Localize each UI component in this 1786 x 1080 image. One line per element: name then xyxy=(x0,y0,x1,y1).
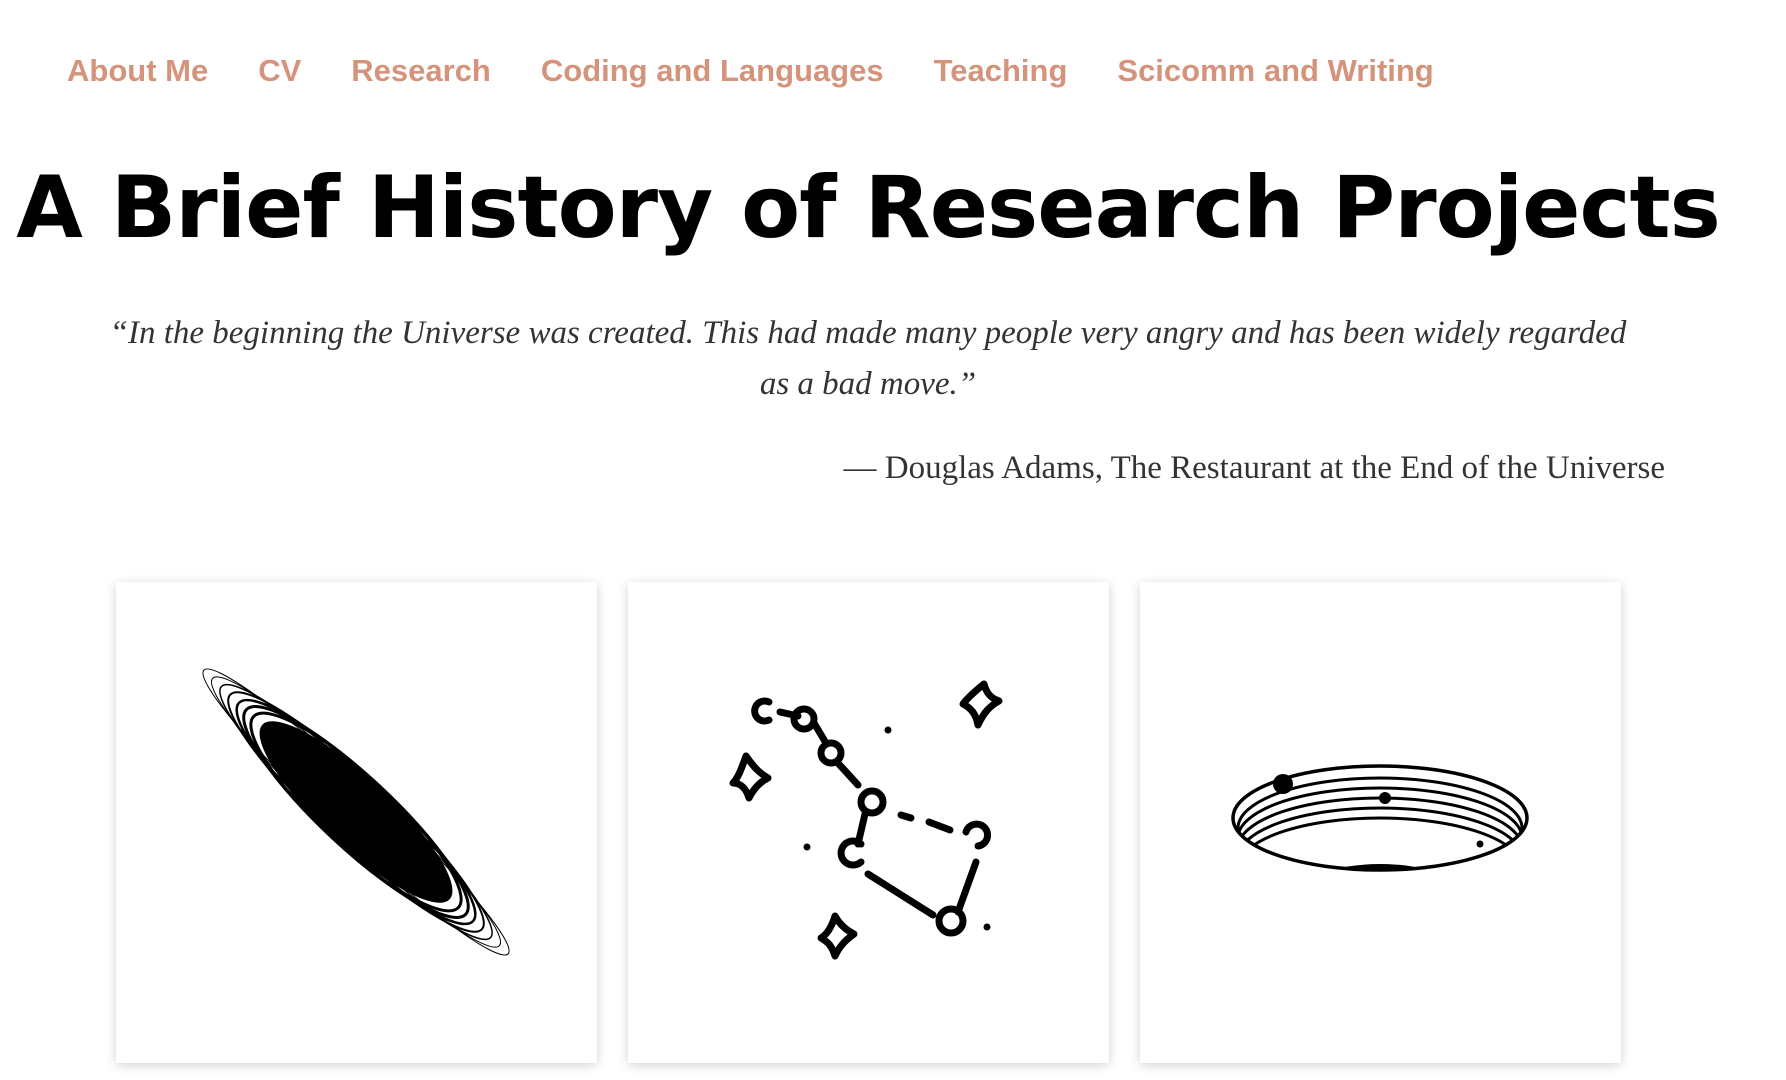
page-title: A Brief History of Research Projects xyxy=(16,158,1721,258)
constellation-icon xyxy=(729,680,1003,960)
project-card-planetary-disk[interactable] xyxy=(1140,582,1621,1063)
nav-link-coding-and-languages[interactable]: Coding and Languages xyxy=(541,50,884,92)
nav-link-research[interactable]: Research xyxy=(351,50,491,92)
nav-link-scicomm-and-writing[interactable]: Scicomm and Writing xyxy=(1117,50,1433,92)
project-card-constellation[interactable] xyxy=(628,582,1109,1063)
epigraph-attribution: — Douglas Adams, The Restaurant at the E… xyxy=(843,450,1665,486)
nav-link-cv[interactable]: CV xyxy=(258,50,301,92)
nav-link-teaching[interactable]: Teaching xyxy=(934,50,1068,92)
epigraph-quote: “In the beginning the Universe was creat… xyxy=(109,315,1627,402)
project-cards xyxy=(116,582,1621,1063)
planetary-disk-icon xyxy=(1231,764,1529,872)
project-card-galaxy[interactable] xyxy=(116,582,597,1063)
main-nav: About Me CV Research Coding and Language… xyxy=(67,50,1484,92)
nav-link-about-me[interactable]: About Me xyxy=(67,50,208,92)
galaxy-icon xyxy=(202,668,510,956)
